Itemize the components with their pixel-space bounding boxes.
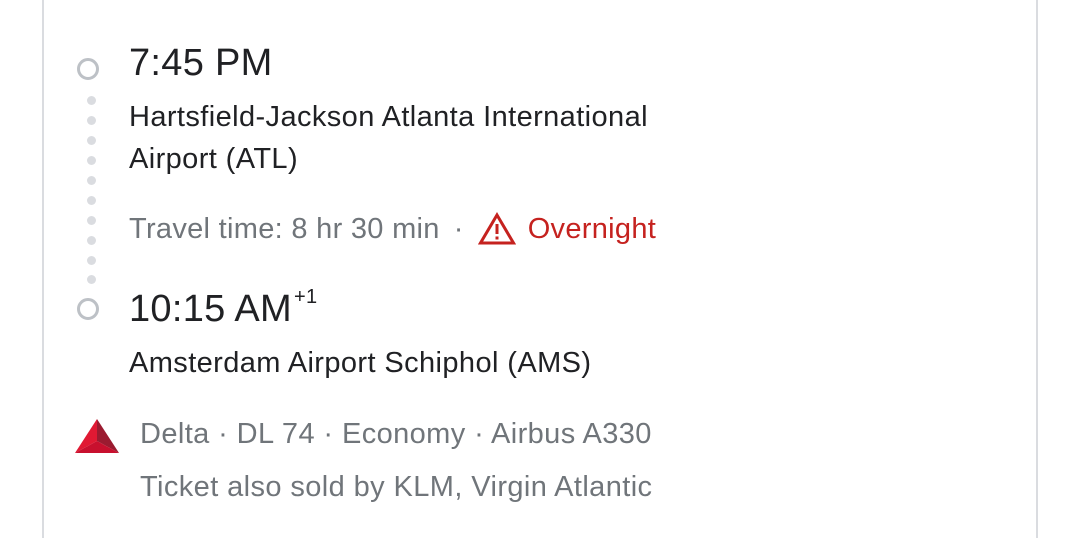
arrival-time-value: 10:15 AM bbox=[129, 288, 292, 330]
day-offset: +1 bbox=[293, 286, 318, 308]
separator: · bbox=[453, 212, 464, 245]
overnight-warning: Overnight bbox=[477, 212, 657, 246]
flight-details: Delta · DL 74 · Economy · Airbus A330 bbox=[140, 418, 652, 450]
arrival-airport: Amsterdam Airport Schiphol (AMS) bbox=[129, 347, 592, 379]
overnight-label: Overnight bbox=[527, 212, 657, 245]
travel-time: Travel time: 8 hr 30 min bbox=[129, 212, 440, 245]
departure-circle-icon bbox=[77, 58, 99, 80]
arrival-time: 10:15 AM +1 bbox=[129, 286, 318, 331]
departure-airport-line2: Airport (ATL) bbox=[129, 143, 299, 175]
delta-logo-icon bbox=[75, 419, 119, 453]
travel-time-row: Travel time: 8 hr 30 min · Overnight bbox=[129, 212, 656, 246]
departure-time: 7:45 PM bbox=[129, 42, 273, 84]
warning-triangle-icon bbox=[477, 212, 516, 245]
ticket-sold-by: Ticket also sold by KLM, Virgin Atlantic bbox=[140, 471, 653, 503]
arrival-circle-icon bbox=[77, 298, 99, 320]
departure-airport-line1: Hartsfield-Jackson Atlanta International bbox=[129, 101, 648, 133]
departure-airport: Hartsfield-Jackson Atlanta International… bbox=[129, 96, 648, 180]
